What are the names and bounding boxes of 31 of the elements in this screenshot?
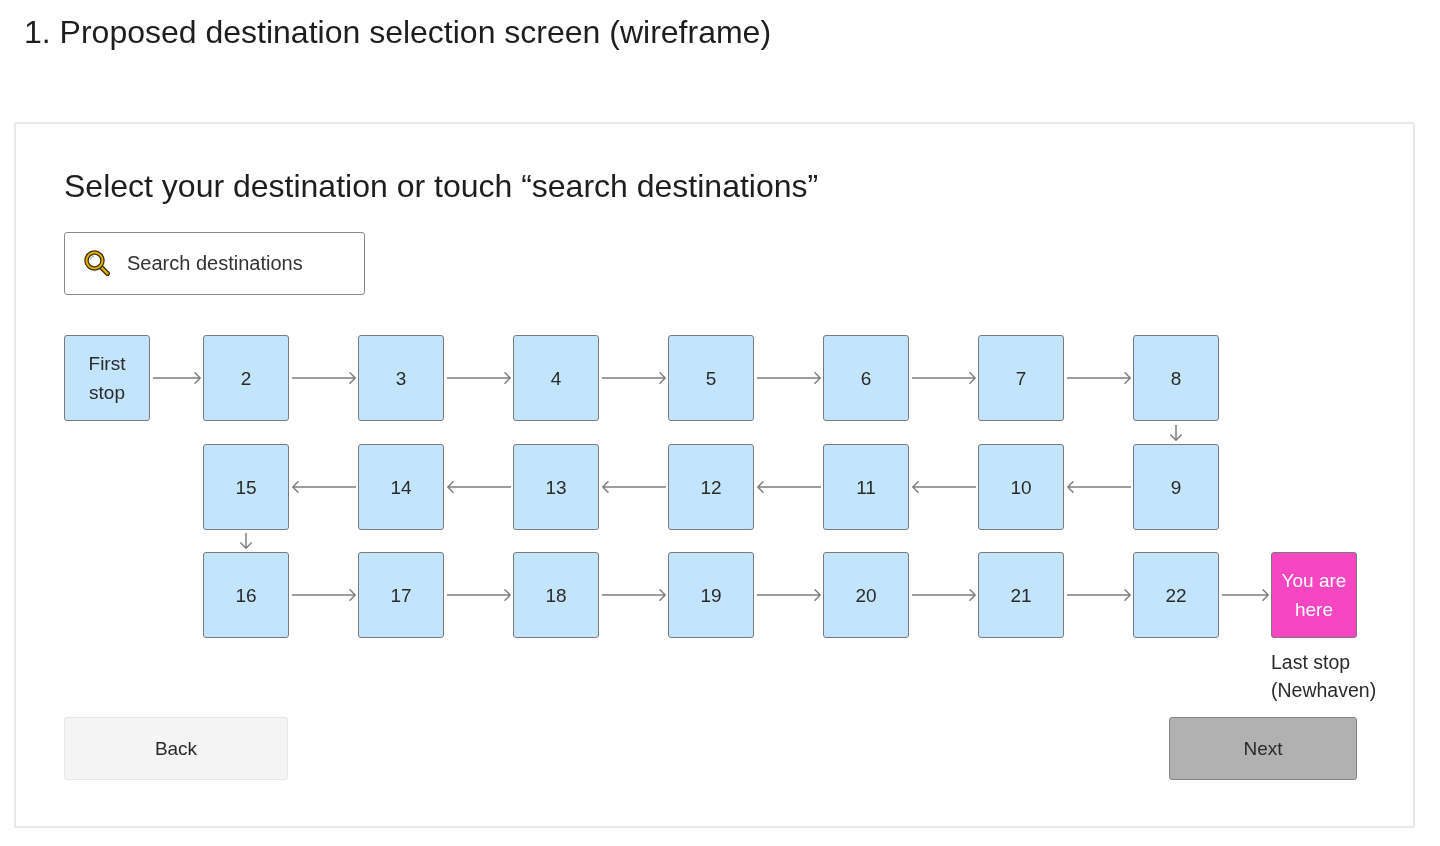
page-title: 1. Proposed destination selection screen (wireframe)	[24, 14, 772, 50]
search-field[interactable]: Search destinations	[64, 232, 365, 295]
connector-arrow	[240, 533, 252, 549]
stop-caption: Last stop (Newhaven)	[1271, 650, 1378, 703]
stop-node[interactable]: 9	[1133, 444, 1219, 530]
stop-node[interactable]: 5	[668, 335, 754, 421]
stop-node[interactable]: 21	[978, 552, 1064, 638]
stop-node[interactable]: 19	[668, 552, 754, 638]
connector-arrow	[1170, 424, 1182, 441]
stop-node[interactable]: 4	[513, 335, 599, 421]
stop-node[interactable]: 6	[823, 335, 909, 421]
back-button[interactable]: Back	[64, 717, 288, 780]
stop-node[interactable]: 2	[203, 335, 289, 421]
stop-node[interactable]: 17	[358, 552, 444, 638]
stop-node[interactable]: 18	[513, 552, 599, 638]
stop-node[interactable]: 14	[358, 444, 444, 530]
stop-node[interactable]: 3	[358, 335, 444, 421]
stop-node[interactable]: 7	[978, 335, 1064, 421]
stop-node[interactable]: 22	[1133, 552, 1219, 638]
screen-heading: Select your destination or touch “search destinations”	[64, 168, 819, 204]
stop-node[interactable]: 15	[203, 444, 289, 530]
stop-node[interactable]: 10	[978, 444, 1064, 530]
stop-node[interactable]: 11	[823, 444, 909, 530]
stop-node[interactable]: 12	[668, 444, 754, 530]
next-button[interactable]: Next	[1169, 717, 1357, 780]
stop-node[interactable]: 13	[513, 444, 599, 530]
stop-node[interactable]: First stop	[64, 335, 150, 421]
stop-node[interactable]: 16	[203, 552, 289, 638]
stop-node[interactable]: 20	[823, 552, 909, 638]
stop-node[interactable]: 8	[1133, 335, 1219, 421]
search-icon	[84, 250, 110, 276]
